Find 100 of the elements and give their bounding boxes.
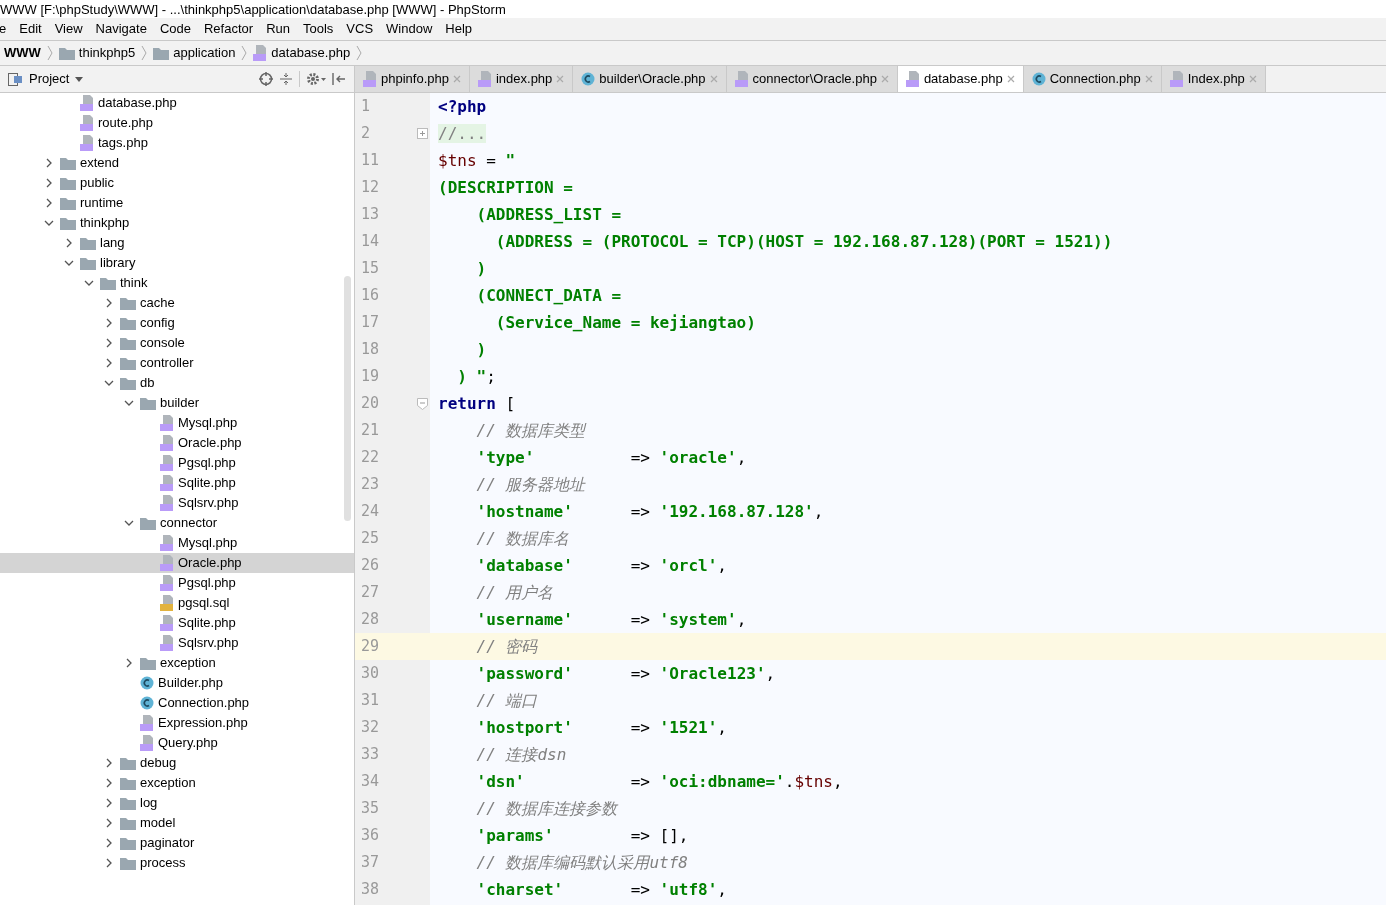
breadcrumb[interactable]: WWW [4,43,41,63]
tree-item[interactable]: Sqlsrv.php [0,633,354,653]
panel-title[interactable]: Project [29,69,70,89]
menu-item[interactable]: Window [386,19,433,39]
tree-item[interactable]: controller [0,353,354,373]
chevron-right-icon[interactable] [124,658,134,668]
code-token: '192.168.87.128' [659,501,814,521]
tree-item[interactable]: extend [0,153,354,173]
tree-item[interactable]: config [0,313,354,333]
dropdown-caret-icon[interactable] [75,76,84,82]
tree-item[interactable]: pgsql.sql [0,593,354,613]
folder-icon [140,396,156,410]
menu-item[interactable]: Run [266,19,290,39]
chevron-down-icon[interactable] [44,218,54,228]
php-file-icon [363,71,377,87]
locate-icon[interactable] [259,72,273,86]
tree-item-label: database.php [98,94,177,113]
tree-item-label: builder [160,394,200,413]
sql-file-icon [160,595,174,611]
tree-item[interactable]: public [0,173,354,193]
tree-item-label: public [80,174,114,193]
line-number: 38 [361,879,380,901]
menu-item[interactable]: e [0,19,7,39]
tree-item[interactable]: exception [0,773,354,793]
menu-item[interactable]: VCS [346,19,374,39]
folder-icon [120,356,136,370]
collapse-all-icon[interactable] [279,72,293,86]
tree-item[interactable]: Sqlsrv.php [0,493,354,513]
tree-item-label: lang [100,234,125,253]
expand-fold-icon[interactable] [417,128,428,139]
tree-item[interactable]: library [0,253,354,273]
tree-item[interactable]: Builder.php [0,673,354,693]
code-token: 'username' [475,609,573,629]
editor-tab[interactable]: phpinfo.php [355,66,470,92]
tree-item[interactable]: debug [0,753,354,773]
breadcrumb[interactable]: thinkphp5 [58,43,136,63]
code-token: 'oracle' [659,447,737,467]
tree-item[interactable]: route.php [0,113,354,133]
tree-item[interactable]: db [0,373,354,393]
tree-item[interactable]: model [0,813,354,833]
tree-item[interactable]: console [0,333,354,353]
tree-item[interactable]: process [0,853,354,873]
menu-item[interactable]: Help [445,19,473,39]
menu-item[interactable]: Tools [303,19,334,39]
tree-item[interactable]: Oracle.php [0,553,354,573]
menu-item[interactable]: Edit [19,19,42,39]
folder-icon [80,236,96,250]
tree-item[interactable]: connector [0,513,354,533]
editor-tab[interactable]: builder\Oracle.php [573,66,727,92]
chevron-down-icon[interactable] [124,518,134,528]
tree-item[interactable]: paginator [0,833,354,853]
tree-item[interactable]: database.php [0,93,354,113]
editor-tab[interactable]: connector\Oracle.php [726,66,898,92]
code-token: 'system' [659,609,737,629]
chevron-right-icon[interactable] [64,238,74,248]
tree-item[interactable]: Query.php [0,733,354,753]
settings-icon[interactable] [306,72,326,86]
tree-item[interactable]: Mysql.php [0,413,354,433]
tree-item[interactable]: runtime [0,193,354,213]
code-token: => [629,609,651,629]
editor-tab[interactable]: Connection.php [1023,66,1162,92]
breadcrumb[interactable]: database.php [253,43,351,63]
tree-item[interactable]: Pgsql.php [0,453,354,473]
tree-item[interactable]: cache [0,293,354,313]
editor-tab[interactable]: database.php [897,66,1024,92]
menu-item[interactable]: View [54,19,83,39]
tree-item[interactable]: Pgsql.php [0,573,354,593]
code-comment: // 连接dsn [475,744,567,764]
php-file-icon [160,415,174,431]
scrollbar-thumb[interactable] [344,276,351,521]
code-token: $tns [794,771,833,791]
tree-item-label: pgsql.sql [178,594,230,613]
code-comment: // 数据库连接参数 [475,798,618,818]
editor-tab[interactable]: index.php [469,66,574,92]
breadcrumb[interactable]: application [153,43,236,63]
tree-item[interactable]: Sqlite.php [0,613,354,633]
folder-icon [58,46,75,60]
tree-item[interactable]: Sqlite.php [0,473,354,493]
code-token: => [], [629,825,689,845]
menu-item[interactable]: Code [159,19,191,39]
tree-item[interactable]: lang [0,233,354,253]
tree-item[interactable]: thinkphp [0,213,354,233]
menu-item[interactable]: Navigate [95,19,147,39]
editor-tab[interactable]: Index.php [1161,66,1266,92]
tree-item[interactable]: Connection.php [0,693,354,713]
tree-item[interactable]: exception [0,653,354,673]
folder-icon [60,216,76,230]
code-token: //... [438,123,487,143]
breadcrumb-separator-icon [241,45,248,61]
menu-item[interactable]: Refactor [204,19,254,39]
tree-item[interactable]: Oracle.php [0,433,354,453]
class-icon [140,696,154,710]
tree-item[interactable]: builder [0,393,354,413]
hide-panel-icon[interactable] [332,72,346,86]
tree-item[interactable]: think [0,273,354,293]
tree-item[interactable]: Mysql.php [0,533,354,553]
tree-item[interactable]: tags.php [0,133,354,153]
code-token: 'params' [475,825,554,845]
tree-item[interactable]: Expression.php [0,713,354,733]
tree-item[interactable]: log [0,793,354,813]
